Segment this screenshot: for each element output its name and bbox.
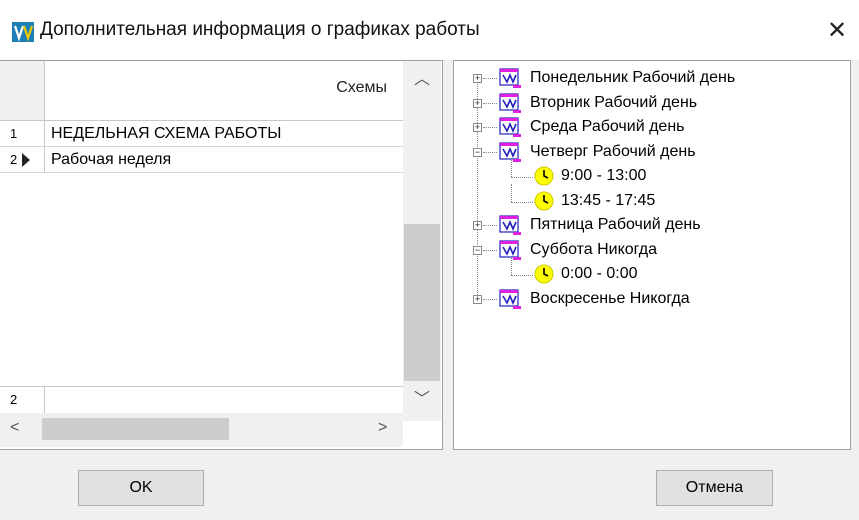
- tree-day-item[interactable]: + Воскресенье Никогда: [454, 288, 844, 310]
- tree-connector: [483, 225, 497, 226]
- expand-icon[interactable]: +: [473, 74, 482, 83]
- tree-connector: [483, 298, 497, 300]
- window-title: Дополнительная информация о графиках раб…: [40, 19, 480, 40]
- tree-connector: [483, 151, 497, 153]
- current-row-indicator-icon: [22, 153, 30, 167]
- expand-icon[interactable]: +: [473, 221, 482, 230]
- tree-connector: [483, 78, 497, 79]
- tree-connector: [483, 249, 497, 251]
- collapse-icon[interactable]: −: [473, 147, 482, 157]
- record-count: 2: [0, 387, 45, 413]
- chevron-left-icon[interactable]: <: [10, 419, 19, 437]
- calendar-icon: [499, 117, 521, 137]
- tree-day-item[interactable]: + Вторник Рабочий день: [454, 92, 844, 114]
- vertical-scrollbar[interactable]: ︿ ﹀: [403, 61, 441, 421]
- clock-icon: [534, 166, 554, 186]
- tree-item-label: Пятница Рабочий день: [530, 216, 701, 233]
- tree-connector: [511, 177, 533, 178]
- tree-connector: [483, 127, 497, 128]
- expand-icon[interactable]: +: [473, 294, 482, 304]
- calendar-icon: [499, 68, 521, 88]
- tree-item-label: 13:45 - 17:45: [561, 191, 656, 209]
- horizontal-scrollbar[interactable]: < >: [0, 413, 403, 447]
- tree-item-label: 9:00 - 13:00: [561, 167, 647, 184]
- close-button[interactable]: ✕: [820, 14, 854, 48]
- tree-day-item[interactable]: + Пятница Рабочий день: [454, 214, 844, 236]
- table-cell[interactable]: НЕДЕЛЬНАЯ СХЕМА РАБОТЫ: [45, 121, 403, 147]
- dialog-body: Схемы 1 НЕДЕЛЬНАЯ СХЕМА РАБОТЫ 2 Рабочая…: [0, 60, 859, 520]
- tree-connector: [483, 102, 497, 104]
- expand-icon[interactable]: +: [473, 123, 482, 132]
- tree-item-label: Воскресенье Никогда: [530, 289, 690, 307]
- table-row[interactable]: 2 Рабочая неделя: [0, 147, 403, 173]
- tree-connector: [511, 257, 512, 275]
- ok-button[interactable]: OK: [78, 470, 204, 506]
- table-cell[interactable]: Рабочая неделя: [45, 147, 403, 173]
- tree-time-item[interactable]: 13:45 - 17:45: [454, 183, 844, 212]
- app-logo-icon: [12, 22, 34, 42]
- grid-corner-cell: [0, 61, 45, 121]
- vertical-scroll-thumb[interactable]: [404, 224, 440, 381]
- tree-day-item[interactable]: + Среда Рабочий день: [454, 116, 844, 138]
- chevron-right-icon[interactable]: >: [378, 419, 387, 437]
- collapse-icon[interactable]: −: [473, 245, 482, 255]
- column-header-label: Схемы: [336, 79, 387, 96]
- schemes-grid[interactable]: Схемы 1 НЕДЕЛЬНАЯ СХЕМА РАБОТЫ 2 Рабочая…: [0, 60, 443, 450]
- horizontal-scroll-thumb[interactable]: [42, 418, 229, 440]
- tree-item-label: Четверг Рабочий день: [530, 142, 696, 160]
- tree-item-label: 0:00 - 0:00: [561, 265, 638, 282]
- chevron-up-icon[interactable]: ︿: [403, 65, 441, 95]
- tree-connector: [511, 201, 533, 203]
- clock-icon: [534, 264, 554, 284]
- row-number: 1: [0, 121, 45, 147]
- grid-footer-row: 2: [0, 386, 403, 413]
- tree-day-item[interactable]: − Четверг Рабочий день: [454, 141, 844, 163]
- calendar-icon: [499, 215, 521, 235]
- calendar-icon: [499, 288, 521, 309]
- tree-time-item[interactable]: 0:00 - 0:00: [454, 257, 844, 285]
- schedule-tree[interactable]: + Понедельник Рабочий день + Вторник Рабочи…: [453, 60, 851, 450]
- tree-item-label: Понедельник Рабочий день: [530, 69, 736, 86]
- calendar-icon: [499, 92, 521, 113]
- calendar-icon: [499, 239, 521, 260]
- cancel-button[interactable]: Отмена: [656, 470, 773, 506]
- tree-item-label: Вторник Рабочий день: [530, 93, 698, 111]
- tree-time-item[interactable]: 9:00 - 13:00: [454, 159, 844, 187]
- table-row[interactable]: 1 НЕДЕЛЬНАЯ СХЕМА РАБОТЫ: [0, 121, 403, 147]
- clock-icon: [534, 191, 554, 210]
- title-bar: Дополнительная информация о графиках раб…: [0, 0, 859, 60]
- row-number: 2: [0, 147, 45, 173]
- tree-connector: [511, 275, 533, 276]
- calendar-icon: [499, 141, 521, 162]
- chevron-down-icon[interactable]: ﹀: [403, 385, 441, 415]
- tree-item-label: Среда Рабочий день: [530, 118, 685, 135]
- tree-item-label: Суббота Никогда: [530, 240, 658, 258]
- grid-column-header[interactable]: Схемы: [45, 61, 403, 121]
- tree-connector: [511, 159, 512, 177]
- tree-connector: [511, 183, 512, 202]
- expand-icon[interactable]: +: [473, 98, 482, 108]
- row-number-text: 2: [10, 152, 18, 167]
- tree-day-item[interactable]: + Понедельник Рабочий день: [454, 67, 844, 89]
- tree-day-item[interactable]: − Суббота Никогда: [454, 239, 844, 261]
